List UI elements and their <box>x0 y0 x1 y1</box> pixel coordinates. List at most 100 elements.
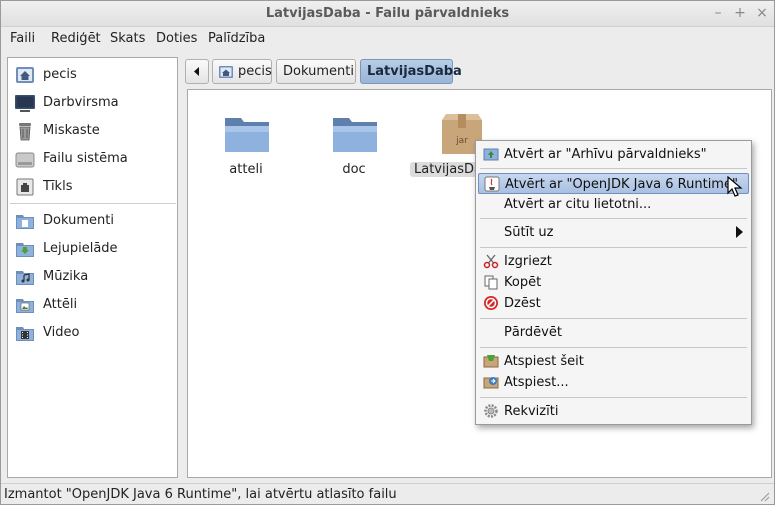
sidebar-separator <box>10 203 176 204</box>
sidebar-item-pictures[interactable]: Attēli <box>12 292 174 318</box>
sidebar-item-desktop[interactable]: Darbvirsma <box>12 90 174 116</box>
resize-grip-icon[interactable] <box>758 490 770 502</box>
video-folder-icon <box>16 327 34 341</box>
menu-separator <box>480 397 747 398</box>
extract-here-icon <box>483 355 499 368</box>
menu-item-rename[interactable]: Pārdēvēt <box>478 322 749 343</box>
triangle-left-icon <box>194 67 199 76</box>
file-name: atteli <box>229 162 263 177</box>
menu-separator <box>480 318 747 319</box>
window-title: LatvijasDaba - Failu pārvaldnieks <box>265 6 510 21</box>
sidebar-item-label: Darbvirsma <box>43 95 119 110</box>
context-menu: Atvērt ar "Arhīvu pārvaldnieks" Atvērt a… <box>475 140 752 425</box>
gear-icon <box>484 404 498 418</box>
sidebar-item-home[interactable]: pecis <box>12 62 174 88</box>
menu-rediget[interactable]: Rediģēt <box>51 31 101 46</box>
menu-item-extract-here[interactable]: Atspiest šeit <box>478 351 749 372</box>
menu-skats[interactable]: Skats <box>110 31 145 46</box>
delete-icon <box>484 296 498 310</box>
title-bar[interactable]: LatvijasDaba - Failu pārvaldnieks – + × <box>1 1 774 27</box>
file-name: doc <box>342 162 366 177</box>
file-item-folder[interactable]: atteli <box>201 110 291 200</box>
sidebar-item-downloads[interactable]: Lejupielāde <box>12 236 174 262</box>
menu-palidziba[interactable]: Palīdzība <box>208 31 265 46</box>
menu-item-label: Atvērt ar "OpenJDK Java 6 Runtime" <box>505 177 738 192</box>
music-folder-icon <box>16 271 34 285</box>
menu-item-open-java-runtime[interactable]: Atvērt ar "OpenJDK Java 6 Runtime" <box>478 173 749 194</box>
folder-icon <box>333 118 377 152</box>
sidebar-item-label: Video <box>43 325 80 340</box>
menu-item-label: Rekvizīti <box>504 404 559 419</box>
sidebar-item-label: Miskaste <box>43 123 100 138</box>
status-bar: Izmantot "OpenJDK Java 6 Runtime", lai a… <box>1 483 774 504</box>
menu-faili[interactable]: Faili <box>10 31 35 46</box>
sidebar-item-label: Dokumenti <box>43 213 114 228</box>
menu-item-label: Atvērt ar "Arhīvu pārvaldnieks" <box>504 147 707 162</box>
file-item-folder[interactable]: doc <box>309 110 399 200</box>
sidebar-item-label: pecis <box>43 67 77 82</box>
scissors-icon <box>483 254 499 269</box>
menu-separator <box>480 218 747 219</box>
menu-item-copy[interactable]: Kopēt <box>478 272 749 293</box>
sidebar-item-music[interactable]: Mūzika <box>12 264 174 290</box>
drive-icon <box>15 152 35 168</box>
menu-item-label: Dzēst <box>504 296 541 311</box>
sidebar-item-video[interactable]: Video <box>12 320 174 346</box>
documents-folder-icon <box>16 215 34 229</box>
jar-badge: jar <box>455 136 468 146</box>
path-back-button[interactable] <box>185 59 209 84</box>
breadcrumb-current[interactable]: LatvijasDaba <box>360 59 462 84</box>
breadcrumb-label: LatvijasDaba <box>367 64 462 79</box>
sidebar-item-label: Attēli <box>43 297 78 312</box>
menu-item-open-archive-manager[interactable]: Atvērt ar "Arhīvu pārvaldnieks" <box>478 144 749 165</box>
copy-icon <box>484 275 498 290</box>
home-icon <box>16 67 34 83</box>
java-icon <box>484 176 500 192</box>
sidebar-item-label: Tīkls <box>43 179 73 194</box>
sidebar: pecis Darbvirsma Miskaste Failu sistēma … <box>7 57 178 478</box>
menu-separator <box>480 168 747 169</box>
trash-icon <box>19 123 31 141</box>
menu-item-label: Pārdēvēt <box>504 325 562 340</box>
downloads-folder-icon <box>16 243 34 257</box>
mouse-cursor-icon <box>727 176 743 197</box>
menu-item-properties[interactable]: Rekvizīti <box>478 401 749 422</box>
minimize-button[interactable]: – <box>710 5 726 21</box>
menu-item-open-other-app[interactable]: Atvērt ar citu lietotni... <box>478 194 749 215</box>
breadcrumb-documents[interactable]: Dokumenti <box>276 59 356 84</box>
network-icon <box>16 178 34 196</box>
menu-item-label: Sūtīt uz <box>504 225 554 240</box>
archive-manager-icon <box>483 148 499 161</box>
menu-item-label: Atspiest šeit <box>504 354 584 369</box>
sidebar-item-documents[interactable]: Dokumenti <box>12 208 174 234</box>
breadcrumb-label: pecis <box>238 64 272 79</box>
maximize-button[interactable]: + <box>732 5 748 21</box>
sidebar-item-network[interactable]: Tīkls <box>12 174 174 200</box>
menu-item-label: Atvērt ar citu lietotni... <box>504 197 652 212</box>
sidebar-item-label: Lejupielāde <box>43 241 118 256</box>
breadcrumb-home[interactable]: pecis <box>212 59 272 84</box>
extract-icon <box>483 377 499 389</box>
desktop-icon <box>15 95 35 112</box>
menu-item-cut[interactable]: Izgriezt <box>478 251 749 272</box>
breadcrumb-label: Dokumenti <box>283 64 354 79</box>
menu-separator <box>480 347 747 348</box>
menu-item-send-to[interactable]: Sūtīt uz <box>478 222 749 243</box>
menu-item-label: Kopēt <box>504 275 542 290</box>
submenu-arrow-icon <box>736 226 743 238</box>
pictures-folder-icon <box>16 299 34 313</box>
menu-item-extract[interactable]: Atspiest... <box>478 372 749 393</box>
sidebar-item-filesystem[interactable]: Failu sistēma <box>12 146 174 172</box>
status-text: Izmantot "OpenJDK Java 6 Runtime", lai a… <box>4 487 397 502</box>
menu-bar: Faili Rediģēt Skats Doties Palīdzība <box>1 27 774 51</box>
menu-doties[interactable]: Doties <box>156 31 197 46</box>
sidebar-item-label: Failu sistēma <box>43 151 128 166</box>
home-icon <box>219 66 233 78</box>
menu-item-label: Atspiest... <box>504 375 569 390</box>
folder-icon <box>225 118 269 152</box>
path-bar: pecis Dokumenti LatvijasDaba <box>185 57 769 87</box>
menu-item-delete[interactable]: Dzēst <box>478 293 749 314</box>
close-button[interactable]: × <box>754 5 770 21</box>
menu-item-label: Izgriezt <box>504 254 552 269</box>
sidebar-item-trash[interactable]: Miskaste <box>12 118 174 144</box>
